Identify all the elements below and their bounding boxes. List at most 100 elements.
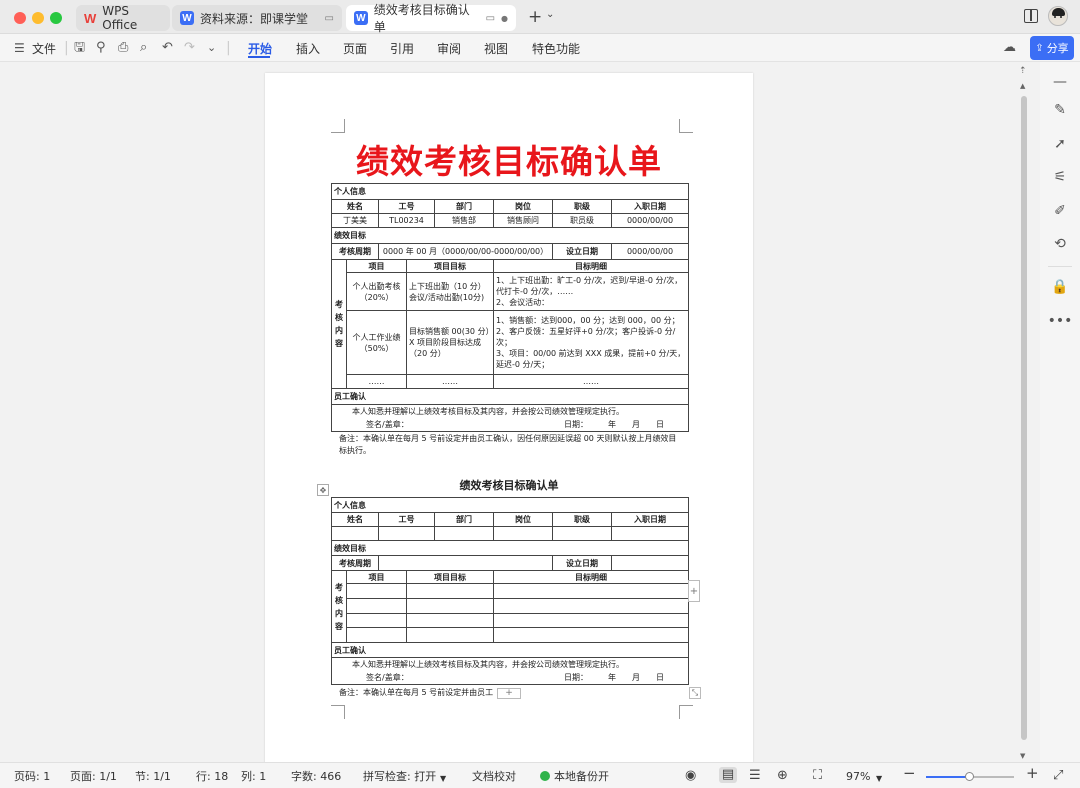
blank-cell[interactable]	[610, 555, 690, 571]
eye-protection-icon[interactable]: ◉	[685, 768, 696, 783]
row2-item[interactable]: 个人工作业绩（50%）	[346, 310, 407, 375]
status-proofread[interactable]: 文档校对	[472, 770, 516, 783]
blank-cell[interactable]	[552, 526, 612, 541]
blank-cell[interactable]	[331, 526, 379, 541]
row1-target[interactable]: 上下班出勤（10 分）会议/活动出勤(10分)	[406, 272, 494, 311]
history-icon[interactable]: ⟲	[1050, 234, 1070, 254]
menu-special-features[interactable]: 特色功能	[532, 40, 580, 57]
blank-cell[interactable]	[492, 598, 690, 614]
tab-list-chevron-icon[interactable]: ⌄	[546, 9, 554, 20]
zoom-in-icon[interactable]: +	[1026, 766, 1039, 781]
cell-department[interactable]: 销售部	[434, 213, 494, 228]
cloud-icon[interactable]: ☁	[1003, 39, 1016, 57]
blank-cell[interactable]	[492, 583, 690, 599]
blank-cell[interactable]	[492, 613, 690, 628]
maximize-window-button[interactable]	[50, 12, 62, 24]
scroll-down-arrow-icon[interactable]: ▼	[1020, 752, 1025, 760]
row2-detail[interactable]: 1、销售额：达到000，00 分；达到 000，00 分； 2、客户反馈：五星好…	[492, 310, 690, 375]
zoom-out-icon[interactable]: −	[903, 766, 916, 781]
menu-view[interactable]: 视图	[484, 40, 508, 57]
web-view-icon[interactable]: ⊕	[777, 768, 788, 783]
row3-target[interactable]: ……	[406, 374, 494, 389]
tab-source-doc[interactable]: W 资料来源：即课学堂 ▭	[172, 5, 342, 31]
blank-cell[interactable]	[346, 583, 407, 599]
save-icon[interactable]: 🖫	[74, 39, 85, 57]
cell-name[interactable]: 丁美美	[331, 213, 379, 228]
blank-cell[interactable]	[406, 598, 494, 614]
add-row-button[interactable]: +	[497, 688, 521, 699]
blank-cell[interactable]	[346, 627, 407, 643]
menu-page[interactable]: 页面	[343, 40, 367, 57]
redo-icon[interactable]: ↷	[184, 39, 195, 57]
avatar[interactable]	[1048, 6, 1068, 26]
menu-insert[interactable]: 插入	[296, 40, 320, 57]
scroll-top-icon[interactable]: ⇡	[1019, 66, 1027, 76]
chevron-down-icon[interactable]: ⌄	[207, 39, 216, 57]
document-page[interactable]: 绩效考核目标确认单 个人信息 姓名 工号 部门 岗位 职级 入职日期 丁美美 T…	[265, 73, 753, 765]
cell-id[interactable]: TL00234	[378, 213, 435, 228]
row3-detail[interactable]: ……	[492, 374, 690, 389]
blank-cell[interactable]	[493, 526, 553, 541]
resize-table-icon[interactable]: ⤡	[689, 687, 701, 699]
add-column-button[interactable]: +	[688, 580, 700, 602]
new-tab-plus-icon[interactable]: +	[528, 7, 542, 27]
scroll-up-arrow-icon[interactable]: ▲	[1020, 82, 1025, 90]
status-word-count[interactable]: 字数: 466	[291, 770, 341, 783]
blank-cell[interactable]	[378, 555, 553, 571]
blank-cell[interactable]	[346, 613, 407, 628]
pen-icon[interactable]: ✎	[1050, 100, 1070, 120]
print-icon[interactable]: ⎙	[118, 39, 128, 57]
blank-cell[interactable]	[406, 627, 494, 643]
file-menu[interactable]: 文件	[32, 40, 56, 57]
shape-edit-icon[interactable]: ✐	[1050, 201, 1070, 221]
chevron-down-icon[interactable]: ▼	[440, 772, 446, 785]
minimize-window-button[interactable]	[32, 12, 44, 24]
row2-target[interactable]: 目标销售额 00(30 分）X 项目阶段目标达成（20 分）	[406, 310, 494, 375]
row1-detail[interactable]: 1、上下班出勤：旷工-0 分/次，迟到/早退-0 分/次，代打卡-0 分/次，……	[492, 272, 690, 311]
cursor-select-icon[interactable]: ➚	[1050, 134, 1070, 154]
close-window-button[interactable]	[14, 12, 26, 24]
period-value[interactable]: 0000 年 00 月（0000/00/00-0000/00/00）	[378, 243, 553, 260]
zoom-slider-knob[interactable]	[965, 772, 974, 781]
blank-cell[interactable]	[406, 613, 494, 628]
blank-cell[interactable]	[610, 526, 690, 541]
chevron-down-icon[interactable]: ▼	[876, 772, 882, 785]
status-pages[interactable]: 页面: 1/1	[70, 770, 117, 783]
share-button[interactable]: ⇪ 分享	[1030, 36, 1074, 60]
confirm-cell[interactable]: 本人知悉并理解以上绩效考核目标及其内容，并会按公司绩效管理规定执行。 签名/盖章…	[330, 404, 690, 432]
hamburger-menu-icon[interactable]: ☰	[14, 39, 25, 57]
fullscreen-icon[interactable]: ⤢	[1053, 768, 1063, 783]
menu-reference[interactable]: 引用	[390, 40, 414, 57]
blank-form-table[interactable]: 个人信息 姓名 工号 部门 岗位 职级 入职日期 绩效目标 考核周期 设立日期 …	[330, 497, 690, 685]
row3-item[interactable]: ……	[346, 374, 407, 389]
row1-item[interactable]: 个人出勤考核（20%）	[346, 272, 407, 311]
page-view-icon[interactable]: ▤	[719, 767, 737, 783]
status-spell-check[interactable]: 拼写检查: 打开	[363, 770, 436, 783]
print-preview-icon[interactable]: ⌕	[140, 39, 147, 57]
status-backup[interactable]: 本地备份开	[554, 770, 609, 783]
more-icon[interactable]: •••	[1048, 311, 1073, 331]
blank-cell[interactable]	[346, 598, 407, 614]
setdate-value[interactable]: 0000/00/00	[610, 243, 690, 260]
zoom-level[interactable]: 97%	[846, 770, 870, 783]
lock-icon[interactable]: 🔒	[1050, 277, 1070, 297]
blank-cell[interactable]	[406, 583, 494, 599]
vertical-scrollbar[interactable]	[1021, 96, 1027, 740]
filled-form-table[interactable]: 个人信息 姓名 工号 部门 岗位 职级 入职日期 丁美美 TL00234 销售部…	[330, 183, 690, 432]
menu-review[interactable]: 审阅	[437, 40, 461, 57]
confirm-cell[interactable]: 本人知悉并理解以上绩效考核目标及其内容，并会按公司绩效管理规定执行。 签名/盖章…	[330, 657, 690, 685]
fit-page-icon[interactable]: ⛶	[813, 768, 822, 783]
cell-position[interactable]: 销售顾问	[493, 213, 553, 228]
menu-start[interactable]: 开始	[248, 40, 272, 57]
tab-wps-office[interactable]: W WPS Office	[76, 4, 170, 32]
cell-hire-date[interactable]: 0000/00/00	[610, 213, 690, 228]
outline-view-icon[interactable]: ☰	[749, 768, 761, 783]
collapse-icon[interactable]: —	[1050, 72, 1070, 92]
undo-icon[interactable]: ↶	[162, 39, 173, 57]
blank-cell[interactable]	[434, 526, 494, 541]
cell-level[interactable]: 职员级	[552, 213, 612, 228]
link-icon[interactable]: ⚲	[96, 39, 106, 57]
layout-toggle-icon[interactable]	[1024, 9, 1038, 23]
tab-current-doc[interactable]: W 绩效考核目标确认单 ▭ ●	[346, 3, 516, 34]
blank-cell[interactable]	[378, 526, 435, 541]
